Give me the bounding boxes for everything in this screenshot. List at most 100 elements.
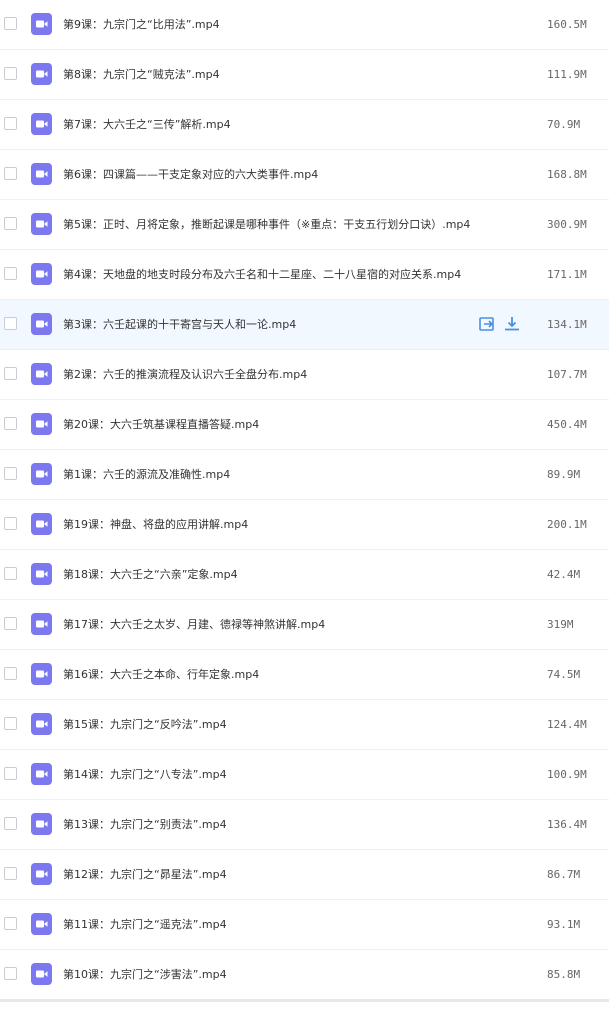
- row-checkbox[interactable]: [4, 67, 17, 80]
- file-name[interactable]: 第5课：正时、月将定象，推断起课是哪种事件（※重点：干支五行划分口诀）.mp4: [63, 200, 470, 249]
- video-file-icon: [31, 713, 52, 735]
- row-checkbox[interactable]: [4, 167, 17, 180]
- file-name[interactable]: 第2课：六壬的推演流程及认识六壬全盘分布.mp4: [63, 350, 307, 399]
- row-checkbox[interactable]: [4, 667, 17, 680]
- video-file-icon: [31, 563, 52, 585]
- row-checkbox[interactable]: [4, 217, 17, 230]
- video-file-icon: [31, 963, 52, 985]
- file-size: 70.9M: [547, 118, 581, 131]
- file-row[interactable]: 第8课：九宗门之“贼克法”.mp4 111.9M: [0, 50, 609, 100]
- file-row[interactable]: 第13课：九宗门之“别责法”.mp4 136.4M: [0, 800, 609, 850]
- video-file-icon: [31, 213, 52, 235]
- file-size: 42.4M: [547, 568, 581, 581]
- video-file-icon: [31, 763, 52, 785]
- file-name[interactable]: 第4课：天地盘的地支时段分布及六壬名和十二星座、二十八星宿的对应关系.mp4: [63, 250, 461, 299]
- file-name[interactable]: 第16课：大六壬之本命、行年定象.mp4: [63, 650, 259, 699]
- row-checkbox[interactable]: [4, 867, 17, 880]
- row-checkbox[interactable]: [4, 817, 17, 830]
- file-name[interactable]: 第13课：九宗门之“别责法”.mp4: [63, 800, 227, 849]
- file-row[interactable]: 第11课：九宗门之“遥克法”.mp4 93.1M: [0, 900, 609, 950]
- file-size: 111.9M: [547, 68, 587, 81]
- video-file-icon: [31, 63, 52, 85]
- row-checkbox[interactable]: [4, 517, 17, 530]
- row-checkbox[interactable]: [4, 617, 17, 630]
- file-row[interactable]: 第6课：四课篇——干支定象对应的六大类事件.mp4 168.8M: [0, 150, 609, 200]
- file-name[interactable]: 第17课：大六壬之太岁、月建、德禄等神煞讲解.mp4: [63, 600, 325, 649]
- file-name[interactable]: 第14课：九宗门之“八专法”.mp4: [63, 750, 227, 799]
- row-checkbox[interactable]: [4, 117, 17, 130]
- file-list: 第9课：九宗门之“比用法”.mp4 160.5M 第8课：九宗门之“贼克法”.mp4…: [0, 0, 609, 1000]
- row-checkbox[interactable]: [4, 317, 17, 330]
- video-file-icon: [31, 163, 52, 185]
- file-size: 200.1M: [547, 518, 587, 531]
- file-row[interactable]: 第9课：九宗门之“比用法”.mp4 160.5M: [0, 0, 609, 50]
- file-row[interactable]: 第12课：九宗门之“昴星法”.mp4 86.7M: [0, 850, 609, 900]
- file-name[interactable]: 第6课：四课篇——干支定象对应的六大类事件.mp4: [63, 150, 318, 199]
- file-size: 93.1M: [547, 918, 581, 931]
- file-size: 85.8M: [547, 968, 581, 981]
- file-row[interactable]: 第18课：大六壬之“六亲”定象.mp4 42.4M: [0, 550, 609, 600]
- video-file-icon: [31, 113, 52, 135]
- video-file-icon: [31, 13, 52, 35]
- share-icon[interactable]: [478, 315, 496, 333]
- file-row[interactable]: 第3课：六壬起课的十干寄宫与天人和一论.mp4 134.1M: [0, 300, 609, 350]
- file-name[interactable]: 第1课：六壬的源流及准确性.mp4: [63, 450, 230, 499]
- file-name[interactable]: 第12课：九宗门之“昴星法”.mp4: [63, 850, 227, 899]
- file-name[interactable]: 第15课：九宗门之“反吟法”.mp4: [63, 700, 227, 749]
- file-size: 168.8M: [547, 168, 587, 181]
- file-row[interactable]: 第20课：大六壬筑基课程直播答疑.mp4 450.4M: [0, 400, 609, 450]
- file-size: 74.5M: [547, 668, 581, 681]
- file-row[interactable]: 第10课：九宗门之“涉害法”.mp4 85.8M: [0, 950, 609, 1000]
- row-checkbox[interactable]: [4, 767, 17, 780]
- video-file-icon: [31, 513, 52, 535]
- file-size: 300.9M: [547, 218, 587, 231]
- file-name[interactable]: 第18课：大六壬之“六亲”定象.mp4: [63, 550, 238, 599]
- file-name[interactable]: 第19课：神盘、将盘的应用讲解.mp4: [63, 500, 248, 549]
- file-row[interactable]: 第17课：大六壬之太岁、月建、德禄等神煞讲解.mp4 319M: [0, 600, 609, 650]
- file-name[interactable]: 第7课：大六壬之“三传”解析.mp4: [63, 100, 231, 149]
- video-file-icon: [31, 613, 52, 635]
- row-checkbox[interactable]: [4, 467, 17, 480]
- video-file-icon: [31, 363, 52, 385]
- file-name[interactable]: 第8课：九宗门之“贼克法”.mp4: [63, 50, 220, 99]
- file-name[interactable]: 第11课：九宗门之“遥克法”.mp4: [63, 900, 227, 949]
- file-row[interactable]: 第16课：大六壬之本命、行年定象.mp4 74.5M: [0, 650, 609, 700]
- video-file-icon: [31, 413, 52, 435]
- video-file-icon: [31, 913, 52, 935]
- file-size: 160.5M: [547, 18, 587, 31]
- row-checkbox[interactable]: [4, 567, 17, 580]
- file-row[interactable]: 第4课：天地盘的地支时段分布及六壬名和十二星座、二十八星宿的对应关系.mp4 17…: [0, 250, 609, 300]
- download-icon[interactable]: [503, 315, 521, 333]
- file-size: 319M: [547, 618, 574, 631]
- file-row[interactable]: 第2课：六壬的推演流程及认识六壬全盘分布.mp4 107.7M: [0, 350, 609, 400]
- row-checkbox[interactable]: [4, 917, 17, 930]
- row-checkbox[interactable]: [4, 367, 17, 380]
- file-size: 86.7M: [547, 868, 581, 881]
- video-file-icon: [31, 813, 52, 835]
- file-row[interactable]: 第19课：神盘、将盘的应用讲解.mp4 200.1M: [0, 500, 609, 550]
- file-name[interactable]: 第10课：九宗门之“涉害法”.mp4: [63, 950, 227, 999]
- file-row[interactable]: 第7课：大六壬之“三传”解析.mp4 70.9M: [0, 100, 609, 150]
- video-file-icon: [31, 663, 52, 685]
- row-checkbox[interactable]: [4, 267, 17, 280]
- file-row[interactable]: 第5课：正时、月将定象，推断起课是哪种事件（※重点：干支五行划分口诀）.mp4 3…: [0, 200, 609, 250]
- file-row[interactable]: 第1课：六壬的源流及准确性.mp4 89.9M: [0, 450, 609, 500]
- video-file-icon: [31, 863, 52, 885]
- row-checkbox[interactable]: [4, 717, 17, 730]
- file-size: 171.1M: [547, 268, 587, 281]
- row-checkbox[interactable]: [4, 17, 17, 30]
- file-name[interactable]: 第9课：九宗门之“比用法”.mp4: [63, 0, 220, 49]
- file-size: 100.9M: [547, 768, 587, 781]
- video-file-icon: [31, 263, 52, 285]
- file-row[interactable]: 第15课：九宗门之“反吟法”.mp4 124.4M: [0, 700, 609, 750]
- file-row[interactable]: 第14课：九宗门之“八专法”.mp4 100.9M: [0, 750, 609, 800]
- file-size: 450.4M: [547, 418, 587, 431]
- video-file-icon: [31, 313, 52, 335]
- file-name[interactable]: 第3课：六壬起课的十干寄宫与天人和一论.mp4: [63, 300, 296, 349]
- file-size: 124.4M: [547, 718, 587, 731]
- row-checkbox[interactable]: [4, 967, 17, 980]
- file-name[interactable]: 第20课：大六壬筑基课程直播答疑.mp4: [63, 400, 259, 449]
- row-checkbox[interactable]: [4, 417, 17, 430]
- file-size: 136.4M: [547, 818, 587, 831]
- video-file-icon: [31, 463, 52, 485]
